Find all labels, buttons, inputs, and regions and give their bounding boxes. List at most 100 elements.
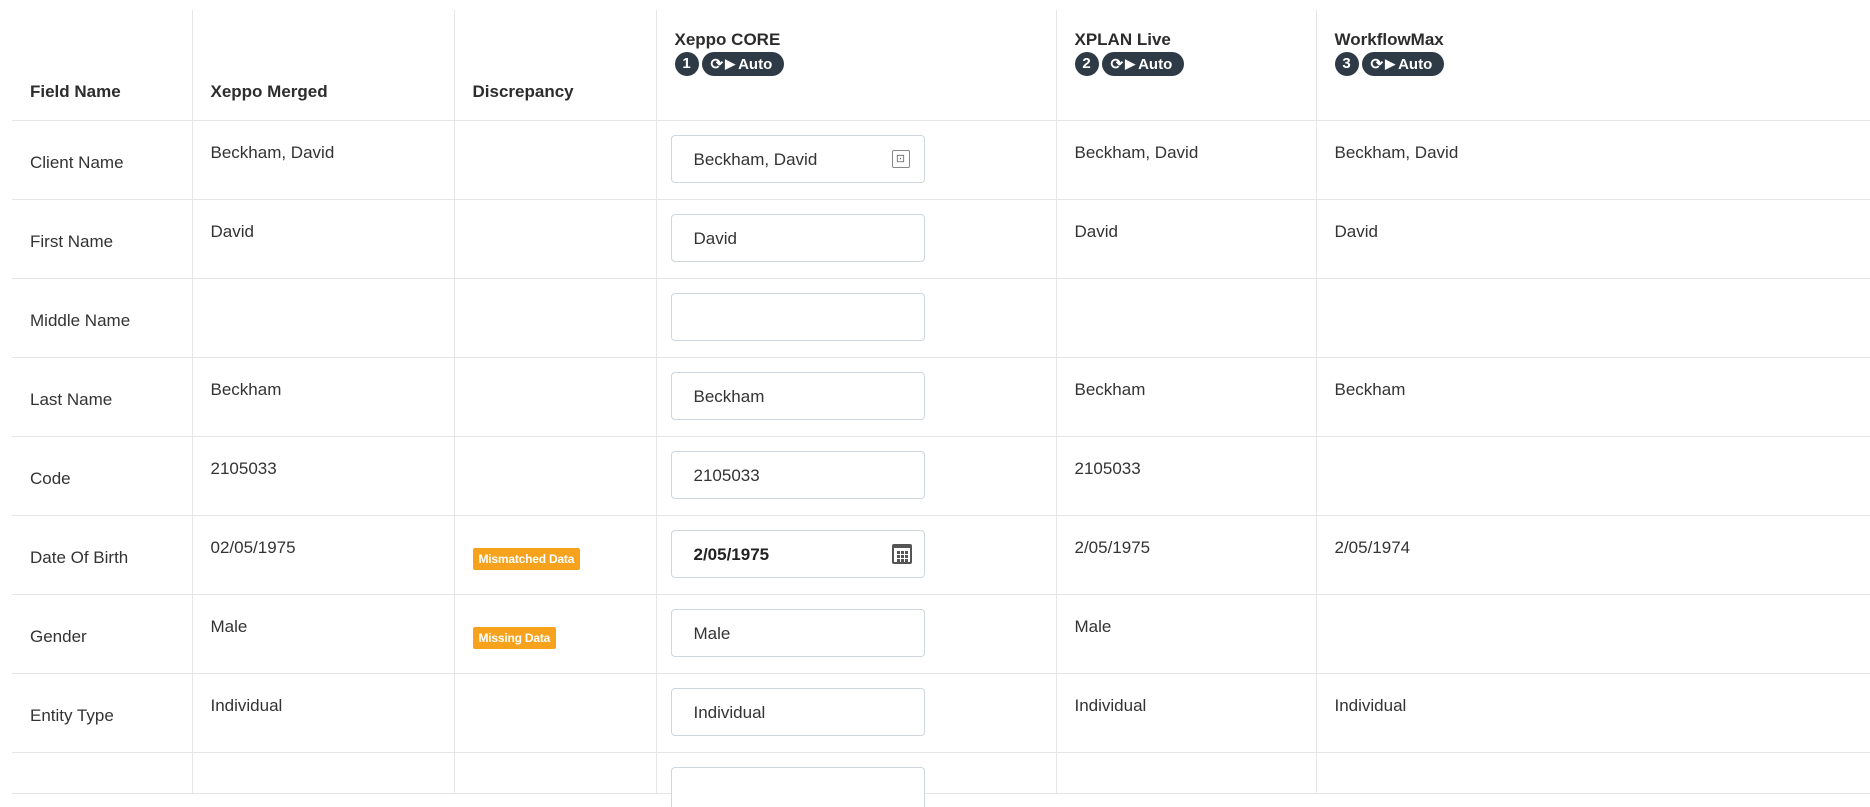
- merged-value-cell: Beckham: [192, 358, 454, 437]
- workflowmax-value-cell: [1316, 595, 1870, 674]
- merged-value-cell: [192, 279, 454, 358]
- workflowmax-value-cell: [1316, 437, 1870, 516]
- col-header-merged: Xeppo Merged: [192, 10, 454, 121]
- missing-data-badge: Missing Data: [473, 627, 557, 649]
- merged-value-cell: 02/05/1975: [192, 516, 454, 595]
- field-name-cell: Gender: [12, 595, 192, 674]
- discrepancy-cell: [454, 437, 656, 516]
- core-value-cell: [656, 279, 1056, 358]
- col-header-workflowmax: WorkflowMax 3 ⟳ ▶ Auto: [1316, 10, 1870, 121]
- source-name: WorkflowMax: [1335, 30, 1870, 50]
- table-header-row: Field Name Xeppo Merged Discrepancy Xepp…: [12, 10, 1870, 121]
- workflowmax-value-cell: Beckham: [1316, 358, 1870, 437]
- play-icon: ▶: [1385, 56, 1395, 72]
- field-name-cell: Code: [12, 437, 192, 516]
- table-row: Code 2105033 2105033 2105033: [12, 437, 1870, 516]
- source-name: Xeppo CORE: [675, 30, 1056, 50]
- table-row: Date Of Birth 02/05/1975 Mismatched Data…: [12, 516, 1870, 595]
- field-name-cell: Last Name: [12, 358, 192, 437]
- source-number-badge: 3: [1335, 52, 1359, 76]
- xplan-value-cell: 2/05/1975: [1056, 516, 1316, 595]
- mismatched-data-badge: Mismatched Data: [473, 548, 581, 570]
- xplan-value-cell: [1056, 753, 1316, 794]
- xplan-value-cell: 2105033: [1056, 437, 1316, 516]
- discrepancy-cell: [454, 674, 656, 753]
- core-value-cell: David: [656, 200, 1056, 279]
- discrepancy-cell: Mismatched Data: [454, 516, 656, 595]
- discrepancy-cell: [454, 200, 656, 279]
- entity-type-input[interactable]: Individual: [671, 688, 925, 736]
- field-name-cell: [12, 753, 192, 794]
- merged-value-cell: 2105033: [192, 437, 454, 516]
- calendar-icon[interactable]: [892, 544, 912, 564]
- xplan-value-cell: [1056, 279, 1316, 358]
- date-of-birth-input[interactable]: 2/05/1975: [671, 530, 925, 578]
- table-row: [12, 753, 1870, 794]
- code-input[interactable]: 2105033: [671, 451, 925, 499]
- merged-value-cell: Individual: [192, 674, 454, 753]
- field-name-cell: First Name: [12, 200, 192, 279]
- merged-value-cell: David: [192, 200, 454, 279]
- field-name-cell: Date Of Birth: [12, 516, 192, 595]
- workflowmax-value-cell: 2/05/1974: [1316, 516, 1870, 595]
- play-icon: ▶: [725, 56, 735, 72]
- discrepancy-cell: [454, 358, 656, 437]
- first-name-input[interactable]: David: [671, 214, 925, 262]
- middle-name-input[interactable]: [671, 293, 925, 341]
- workflowmax-value-cell: Beckham, David: [1316, 121, 1870, 200]
- xplan-value-cell: Individual: [1056, 674, 1316, 753]
- xplan-value-cell: Male: [1056, 595, 1316, 674]
- source-name: XPLAN Live: [1075, 30, 1316, 50]
- col-header-discrepancy: Discrepancy: [454, 10, 656, 121]
- core-value-cell: 2105033: [656, 437, 1056, 516]
- sync-icon: ⟳: [711, 55, 724, 73]
- field-name-cell: Entity Type: [12, 674, 192, 753]
- auto-sync-button[interactable]: ⟳ ▶ Auto: [1362, 52, 1445, 76]
- workflowmax-value-cell: [1316, 279, 1870, 358]
- comparison-table-container: Field Name Xeppo Merged Discrepancy Xepp…: [12, 10, 1870, 794]
- table-row: Middle Name: [12, 279, 1870, 358]
- workflowmax-value-cell: Individual: [1316, 674, 1870, 753]
- discrepancy-cell: Missing Data: [454, 595, 656, 674]
- xplan-value-cell: Beckham, David: [1056, 121, 1316, 200]
- discrepancy-cell: [454, 121, 656, 200]
- play-icon: ▶: [1125, 56, 1135, 72]
- source-number-badge: 1: [675, 52, 699, 76]
- table-row: Entity Type Individual Individual Indivi…: [12, 674, 1870, 753]
- auto-sync-button[interactable]: ⟳ ▶ Auto: [702, 52, 785, 76]
- col-header-field-name: Field Name: [12, 10, 192, 121]
- merged-value-cell: Beckham, David: [192, 121, 454, 200]
- table-row: Last Name Beckham Beckham Beckham Beckha…: [12, 358, 1870, 437]
- workflowmax-value-cell: [1316, 753, 1870, 794]
- merged-value-cell: [192, 753, 454, 794]
- xplan-value-cell: David: [1056, 200, 1316, 279]
- sync-icon: ⟳: [1111, 55, 1124, 73]
- last-name-input[interactable]: Beckham: [671, 372, 925, 420]
- table-row: First Name David David David David: [12, 200, 1870, 279]
- col-header-xplan-live: XPLAN Live 2 ⟳ ▶ Auto: [1056, 10, 1316, 121]
- merged-value-cell: Male: [192, 595, 454, 674]
- xplan-value-cell: Beckham: [1056, 358, 1316, 437]
- core-value-cell: Beckham: [656, 358, 1056, 437]
- source-number-badge: 2: [1075, 52, 1099, 76]
- core-value-cell: 2/05/1975: [656, 516, 1056, 595]
- field-name-cell: Client Name: [12, 121, 192, 200]
- field-name-cell: Middle Name: [12, 279, 192, 358]
- core-value-cell: Male: [656, 595, 1056, 674]
- discrepancy-cell: [454, 753, 656, 794]
- next-field-input[interactable]: [671, 767, 925, 807]
- client-name-input[interactable]: Beckham, David ⊡: [671, 135, 925, 183]
- discrepancy-cell: [454, 279, 656, 358]
- contact-card-icon[interactable]: ⊡: [892, 150, 910, 168]
- core-value-cell: [656, 753, 1056, 794]
- core-value-cell: Beckham, David ⊡: [656, 121, 1056, 200]
- table-row: Client Name Beckham, David Beckham, Davi…: [12, 121, 1870, 200]
- field-comparison-table: Field Name Xeppo Merged Discrepancy Xepp…: [12, 10, 1870, 794]
- auto-sync-button[interactable]: ⟳ ▶ Auto: [1102, 52, 1185, 76]
- gender-input[interactable]: Male: [671, 609, 925, 657]
- sync-icon: ⟳: [1371, 55, 1384, 73]
- table-row: Gender Male Missing Data Male Male: [12, 595, 1870, 674]
- col-header-xeppo-core: Xeppo CORE 1 ⟳ ▶ Auto: [656, 10, 1056, 121]
- workflowmax-value-cell: David: [1316, 200, 1870, 279]
- core-value-cell: Individual: [656, 674, 1056, 753]
